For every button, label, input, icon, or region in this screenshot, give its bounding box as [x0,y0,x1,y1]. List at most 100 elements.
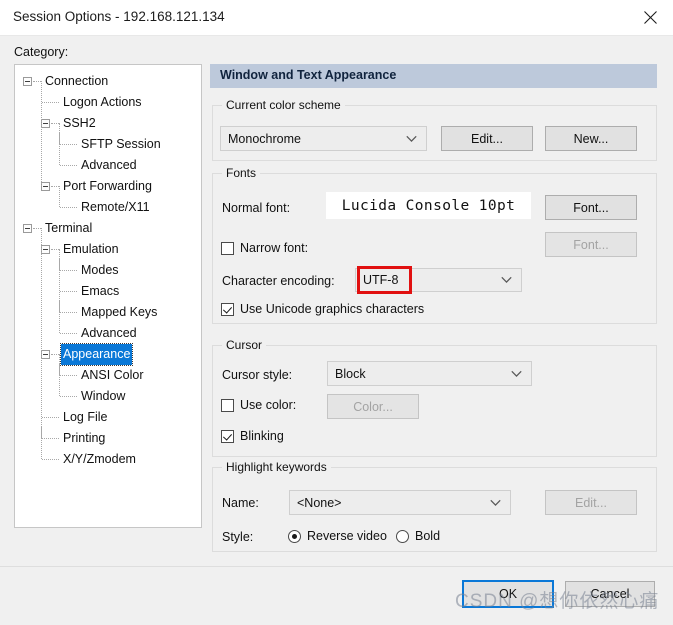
color-scheme-combo[interactable]: Monochrome [220,126,427,151]
tree-item-label: Window [79,386,127,407]
normal-font-preview: Lucida Console 10pt [326,192,531,219]
tree-item-label: Emulation [61,239,121,260]
narrow-font-label: Narrow font: [240,241,308,255]
tree-connector [51,249,59,251]
chevron-down-icon [511,370,522,377]
tree-item-label: Log File [61,407,109,428]
blinking-checkbox[interactable]: Blinking [221,429,284,443]
title-bar: Session Options - 192.168.121.134 [0,0,673,36]
tree-connector [51,186,59,188]
tree-item-label: Mapped Keys [79,302,159,323]
cancel-button[interactable]: Cancel [565,581,655,607]
tree-item-label: Emacs [79,281,121,302]
pane-header-title: Window and Text Appearance [220,68,396,82]
tree-item-label: X/Y/Zmodem [61,449,138,470]
encoding-label: Character encoding: [222,274,335,288]
highlight-name-label: Name: [222,496,259,510]
color-scheme-group-title: Current color scheme [222,98,345,112]
normal-font-label: Normal font: [222,201,290,215]
cursor-style-value: Block [328,367,366,381]
chevron-down-icon [501,277,512,284]
category-tree[interactable]: ConnectionLogon ActionsSSH2SFTP SessionA… [14,64,202,528]
bold-label: Bold [415,529,440,543]
chevron-down-icon [490,499,501,506]
reverse-video-label: Reverse video [307,529,387,543]
use-color-checkbox-box [221,399,234,412]
tree-item-label: SSH2 [61,113,98,134]
category-label: Category: [14,45,68,59]
tree-connector [60,291,77,293]
encoding-combo[interactable]: UTF-8 [355,268,522,292]
tree-item-remote-x11[interactable]: Remote/X11 [15,197,201,218]
tree-connector [60,396,77,398]
highlight-style-label: Style: [222,530,253,544]
narrow-font-checkbox-box [221,242,234,255]
tree-item-label: Remote/X11 [79,197,152,218]
tree-connector [59,249,61,333]
tree-item-label: SFTP Session [79,134,163,155]
tree-connector [60,144,77,146]
tree-connector [59,186,61,207]
tree-connector [42,417,59,419]
tree-connector [60,207,77,209]
tree-item-label: Appearance [61,344,132,365]
tree-item-label: Logon Actions [61,92,144,113]
normal-font-button[interactable]: Font... [545,195,637,220]
tree-connector [41,81,43,186]
tree-connector [60,375,77,377]
tree-connector [60,312,77,314]
unicode-graphics-label: Use Unicode graphics characters [240,302,424,316]
cursor-color-button: Color... [327,394,419,419]
tree-connector [33,228,41,230]
tree-expander-icon[interactable] [23,224,32,233]
tree-connector [33,81,41,83]
tree-connector [42,459,59,461]
highlight-name-value: <None> [290,496,341,510]
unicode-graphics-checkbox[interactable]: Use Unicode graphics characters [221,302,424,316]
tree-item-label: Advanced [79,155,139,176]
tree-connector [59,123,61,165]
ok-button[interactable]: OK [463,581,553,607]
highlight-group-title: Highlight keywords [222,460,331,474]
tree-connector [60,333,77,335]
tree-item-label: Terminal [43,218,94,239]
cursor-style-combo[interactable]: Block [327,361,532,386]
tree-item-label: Port Forwarding [61,176,154,197]
tree-item-label: Connection [43,71,110,92]
tree-item-label: ANSI Color [79,365,146,386]
close-button[interactable] [627,0,673,34]
reverse-video-radio[interactable]: Reverse video [288,529,387,543]
blinking-label: Blinking [240,429,284,443]
bold-radio[interactable]: Bold [396,529,440,543]
tree-connector [51,354,59,356]
encoding-combo-value: UTF-8 [356,273,398,287]
tree-expander-icon[interactable] [23,77,32,86]
blinking-checkbox-box [221,430,234,443]
highlight-edit-button: Edit... [545,490,637,515]
cursor-group-title: Cursor [222,338,266,352]
footer-separator [0,566,673,567]
fonts-group-title: Fonts [222,166,260,180]
window-title: Session Options - 192.168.121.134 [13,9,225,24]
tree-connector [42,102,59,104]
highlight-name-combo[interactable]: <None> [289,490,511,515]
use-color-label: Use color: [240,398,296,412]
reverse-video-radio-circle [288,530,301,543]
tree-connector [42,438,59,440]
cursor-style-label: Cursor style: [222,368,292,382]
color-scheme-edit-button[interactable]: Edit... [441,126,533,151]
tree-connector [51,123,59,125]
bold-radio-circle [396,530,409,543]
close-icon [644,11,657,24]
tree-connector [59,354,61,396]
pane-header: Window and Text Appearance [210,64,657,88]
color-scheme-new-button[interactable]: New... [545,126,637,151]
tree-item-label: Printing [61,428,107,449]
tree-connector [60,270,77,272]
tree-item-label: Advanced [79,323,139,344]
narrow-font-checkbox[interactable]: Narrow font: [221,241,308,255]
tree-item-label: Modes [79,260,121,281]
tree-connector [41,228,43,459]
color-scheme-value: Monochrome [221,132,301,146]
use-color-checkbox[interactable]: Use color: [221,398,296,412]
